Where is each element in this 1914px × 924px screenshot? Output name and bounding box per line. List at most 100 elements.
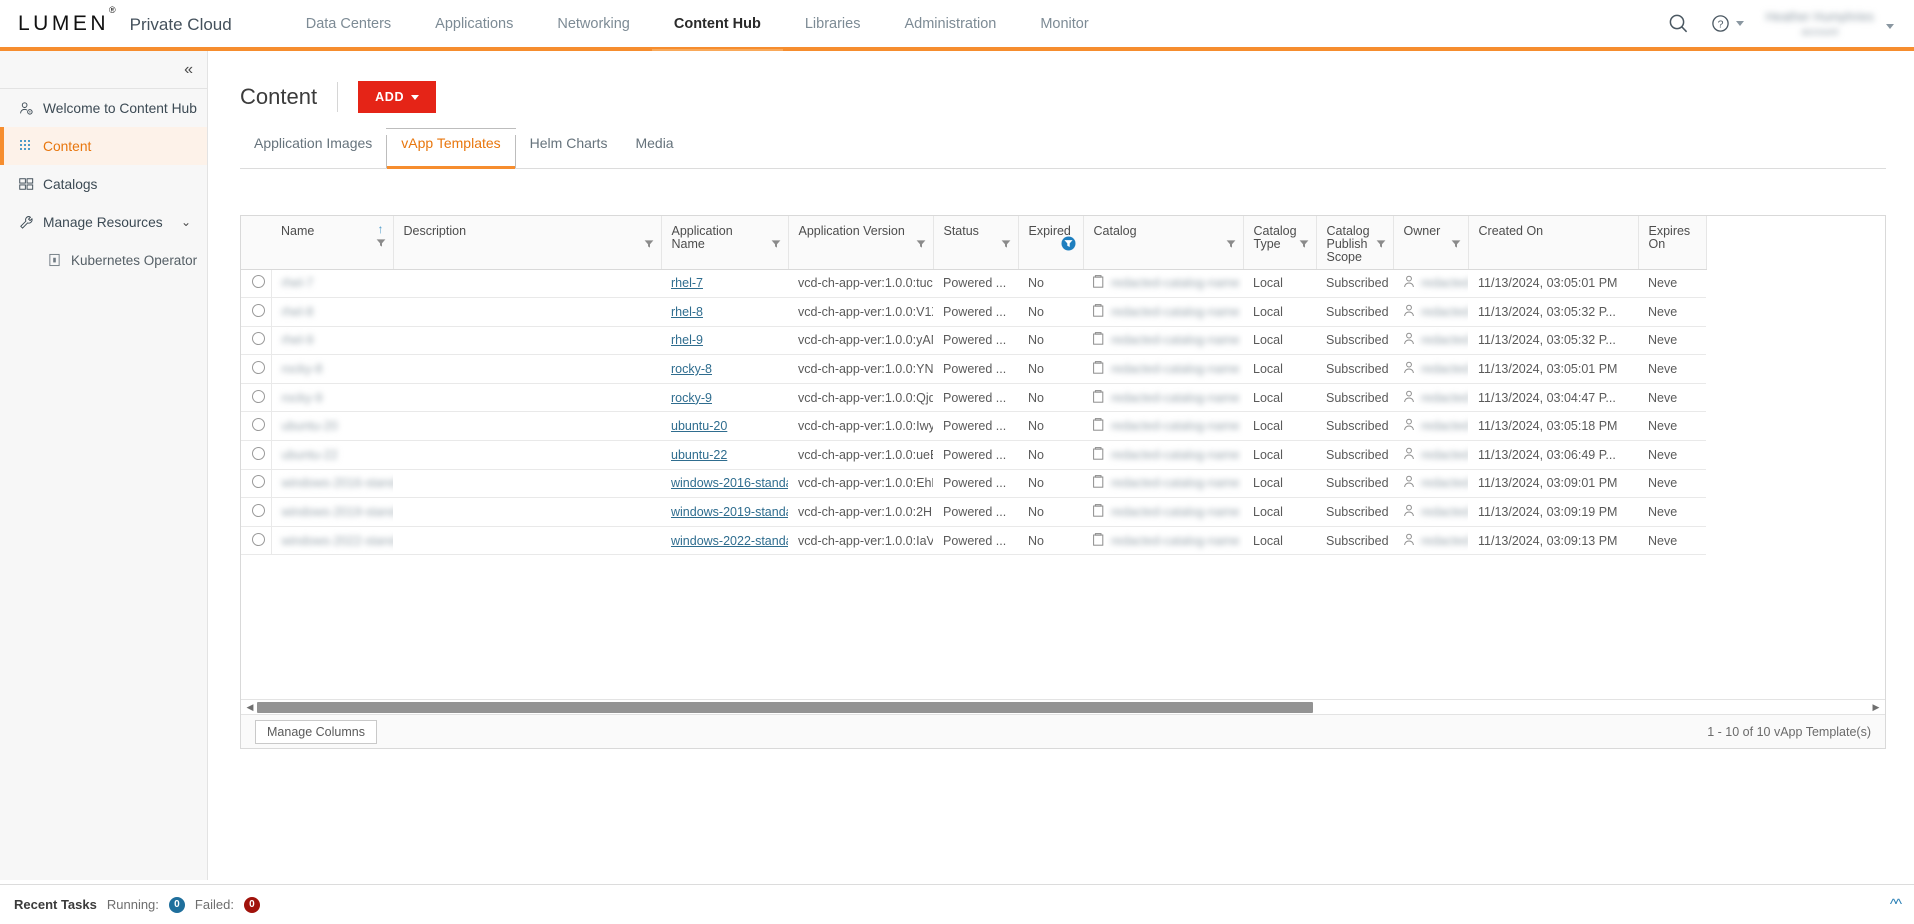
row-radio-button[interactable] — [252, 475, 265, 488]
manage-columns-button[interactable]: Manage Columns — [255, 720, 377, 744]
row-radio-button[interactable] — [252, 275, 265, 288]
row-select-cell[interactable] — [241, 298, 271, 327]
row-radio-button[interactable] — [252, 390, 265, 403]
column-header-owner[interactable]: Owner — [1393, 216, 1468, 269]
application-name-link[interactable]: rhel-9 — [671, 333, 703, 347]
column-header-application-version[interactable]: Application Version — [788, 216, 933, 269]
column-header-description[interactable]: Description — [393, 216, 661, 269]
filter-icon-active[interactable] — [1061, 236, 1076, 254]
row-radio-button[interactable] — [252, 533, 265, 546]
sidebar-item-kubernetes-operator[interactable]: Kubernetes Operator — [0, 241, 207, 279]
row-select-cell[interactable] — [241, 498, 271, 527]
row-select-cell[interactable] — [241, 412, 271, 441]
row-radio-button[interactable] — [252, 332, 265, 345]
filter-icon[interactable] — [1001, 238, 1011, 252]
filter-icon[interactable] — [916, 238, 926, 252]
horizontal-scrollbar[interactable]: ◀ ▶ — [241, 699, 1885, 714]
sidebar-item-manage-resources[interactable]: Manage Resources ⌄ — [0, 203, 207, 241]
cell-status: Powered ... — [933, 526, 1018, 555]
row-radio-button[interactable] — [252, 361, 265, 374]
application-name-link[interactable]: rhel-8 — [671, 305, 703, 319]
table-row[interactable]: rhel-9rhel-9vcd-ch-app-ver:1.0.0:yAN...P… — [241, 326, 1706, 355]
recent-tasks-label[interactable]: Recent Tasks — [14, 897, 97, 912]
filter-icon[interactable] — [1376, 238, 1386, 252]
nav-item-libraries[interactable]: Libraries — [783, 0, 883, 49]
filter-icon[interactable] — [771, 238, 781, 252]
nav-item-networking[interactable]: Networking — [535, 0, 652, 49]
column-header-created-on[interactable]: Created On — [1468, 216, 1638, 269]
row-radio-button[interactable] — [252, 504, 265, 517]
nav-item-applications[interactable]: Applications — [413, 0, 535, 49]
table-row[interactable]: windows-2022-standardwindows-2022-standa… — [241, 526, 1706, 555]
application-name-link[interactable]: ubuntu-22 — [671, 448, 727, 462]
table-row[interactable]: ubuntu-20ubuntu-20vcd-ch-app-ver:1.0.0:I… — [241, 412, 1706, 441]
column-header-expires-on[interactable]: Expires On — [1638, 216, 1706, 269]
row-select-cell[interactable] — [241, 269, 271, 298]
row-radio-button[interactable] — [252, 447, 265, 460]
scroll-left-arrow-icon[interactable]: ◀ — [243, 702, 257, 713]
table-row[interactable]: rhel-7rhel-7vcd-ch-app-ver:1.0.0:tucEEPo… — [241, 269, 1706, 298]
column-header-name[interactable]: Name ↑ — [271, 216, 393, 269]
add-button[interactable]: ADD — [358, 81, 436, 113]
filter-icon[interactable] — [1451, 238, 1461, 252]
table-row[interactable]: ubuntu-22ubuntu-22vcd-ch-app-ver:1.0.0:u… — [241, 441, 1706, 470]
table-row[interactable]: windows-2019-standardwindows-2019-standa… — [241, 498, 1706, 527]
catalog-value: redacted-catalog-name — [1111, 505, 1240, 519]
filter-icon[interactable] — [1226, 238, 1236, 252]
column-header-expired[interactable]: Expired — [1018, 216, 1083, 269]
filter-icon[interactable] — [1299, 238, 1309, 252]
scroll-right-arrow-icon[interactable]: ▶ — [1869, 702, 1883, 713]
application-name-link[interactable]: windows-2022-standa... — [671, 534, 788, 548]
application-name-link[interactable]: rocky-9 — [671, 391, 712, 405]
help-icon[interactable]: ? — [1711, 14, 1744, 33]
tab-helm-charts[interactable]: Helm Charts — [516, 135, 622, 168]
table-row[interactable]: rhel-8rhel-8vcd-ch-app-ver:1.0.0:V1XJpPo… — [241, 298, 1706, 327]
row-select-cell[interactable] — [241, 469, 271, 498]
chevron-double-up-icon[interactable]: ^^ — [1890, 896, 1900, 913]
nav-label: Data Centers — [306, 16, 391, 32]
application-name-link[interactable]: ubuntu-20 — [671, 419, 727, 433]
sidebar-item-content[interactable]: Content — [0, 127, 207, 165]
filter-icon[interactable] — [644, 238, 654, 252]
sidebar-item-welcome-to-content-hub[interactable]: Welcome to Content Hub — [0, 89, 207, 127]
scrollbar-thumb[interactable] — [257, 702, 1313, 713]
tab-application-images[interactable]: Application Images — [240, 135, 386, 168]
table-row[interactable]: windows-2016-standard windows-2016-standa… — [241, 469, 1706, 498]
owner-value: redacted — [1421, 276, 1468, 290]
nav-item-content-hub[interactable]: Content Hub — [652, 0, 783, 49]
row-select-cell[interactable] — [241, 326, 271, 355]
column-header-catalog[interactable]: Catalog — [1083, 216, 1243, 269]
tab-vapp-templates[interactable]: vApp Templates — [386, 135, 515, 168]
application-name-link[interactable]: rocky-8 — [671, 362, 712, 376]
filter-icon[interactable] — [376, 237, 386, 251]
name-value: windows-2016-standard — [282, 476, 394, 490]
chevron-down-icon[interactable]: ⌄ — [181, 215, 207, 229]
row-radio-button[interactable] — [252, 304, 265, 317]
user-menu[interactable]: Heather Humphries account — [1766, 10, 1896, 38]
tab-media[interactable]: Media — [621, 135, 687, 168]
column-header-catalog-type[interactable]: Catalog Type — [1243, 216, 1316, 269]
row-select-cell[interactable] — [241, 441, 271, 470]
column-header-status[interactable]: Status — [933, 216, 1018, 269]
nav-item-administration[interactable]: Administration — [882, 0, 1018, 49]
table-row[interactable]: rocky-8rocky-8vcd-ch-app-ver:1.0.0:YNBk7… — [241, 355, 1706, 384]
nav-item-data-centers[interactable]: Data Centers — [284, 0, 413, 49]
application-name-link[interactable]: rhel-7 — [671, 276, 703, 290]
application-name-link[interactable]: windows-2019-standard — [671, 505, 788, 519]
nav-label: Applications — [435, 16, 513, 32]
column-header-catalog-publish-scope[interactable]: Catalog Publish Scope — [1316, 216, 1393, 269]
row-radio-button[interactable] — [252, 418, 265, 431]
table-row[interactable]: rocky-9rocky-9vcd-ch-app-ver:1.0.0:Qjqsw… — [241, 383, 1706, 412]
row-select-cell[interactable] — [241, 526, 271, 555]
row-select-cell[interactable] — [241, 355, 271, 384]
scrollbar-track[interactable] — [257, 702, 1869, 713]
search-icon[interactable] — [1668, 13, 1689, 34]
application-name-link[interactable]: windows-2016-standard — [671, 476, 788, 490]
sidebar-item-catalogs[interactable]: Catalogs — [0, 165, 207, 203]
sidebar-collapse-button[interactable]: « — [0, 51, 207, 89]
column-header-application-name[interactable]: Application Name — [661, 216, 788, 269]
nav-item-monitor[interactable]: Monitor — [1018, 0, 1110, 49]
sort-ascending-icon[interactable]: ↑ — [378, 224, 384, 235]
cell-status: Powered ... — [933, 269, 1018, 298]
row-select-cell[interactable] — [241, 383, 271, 412]
